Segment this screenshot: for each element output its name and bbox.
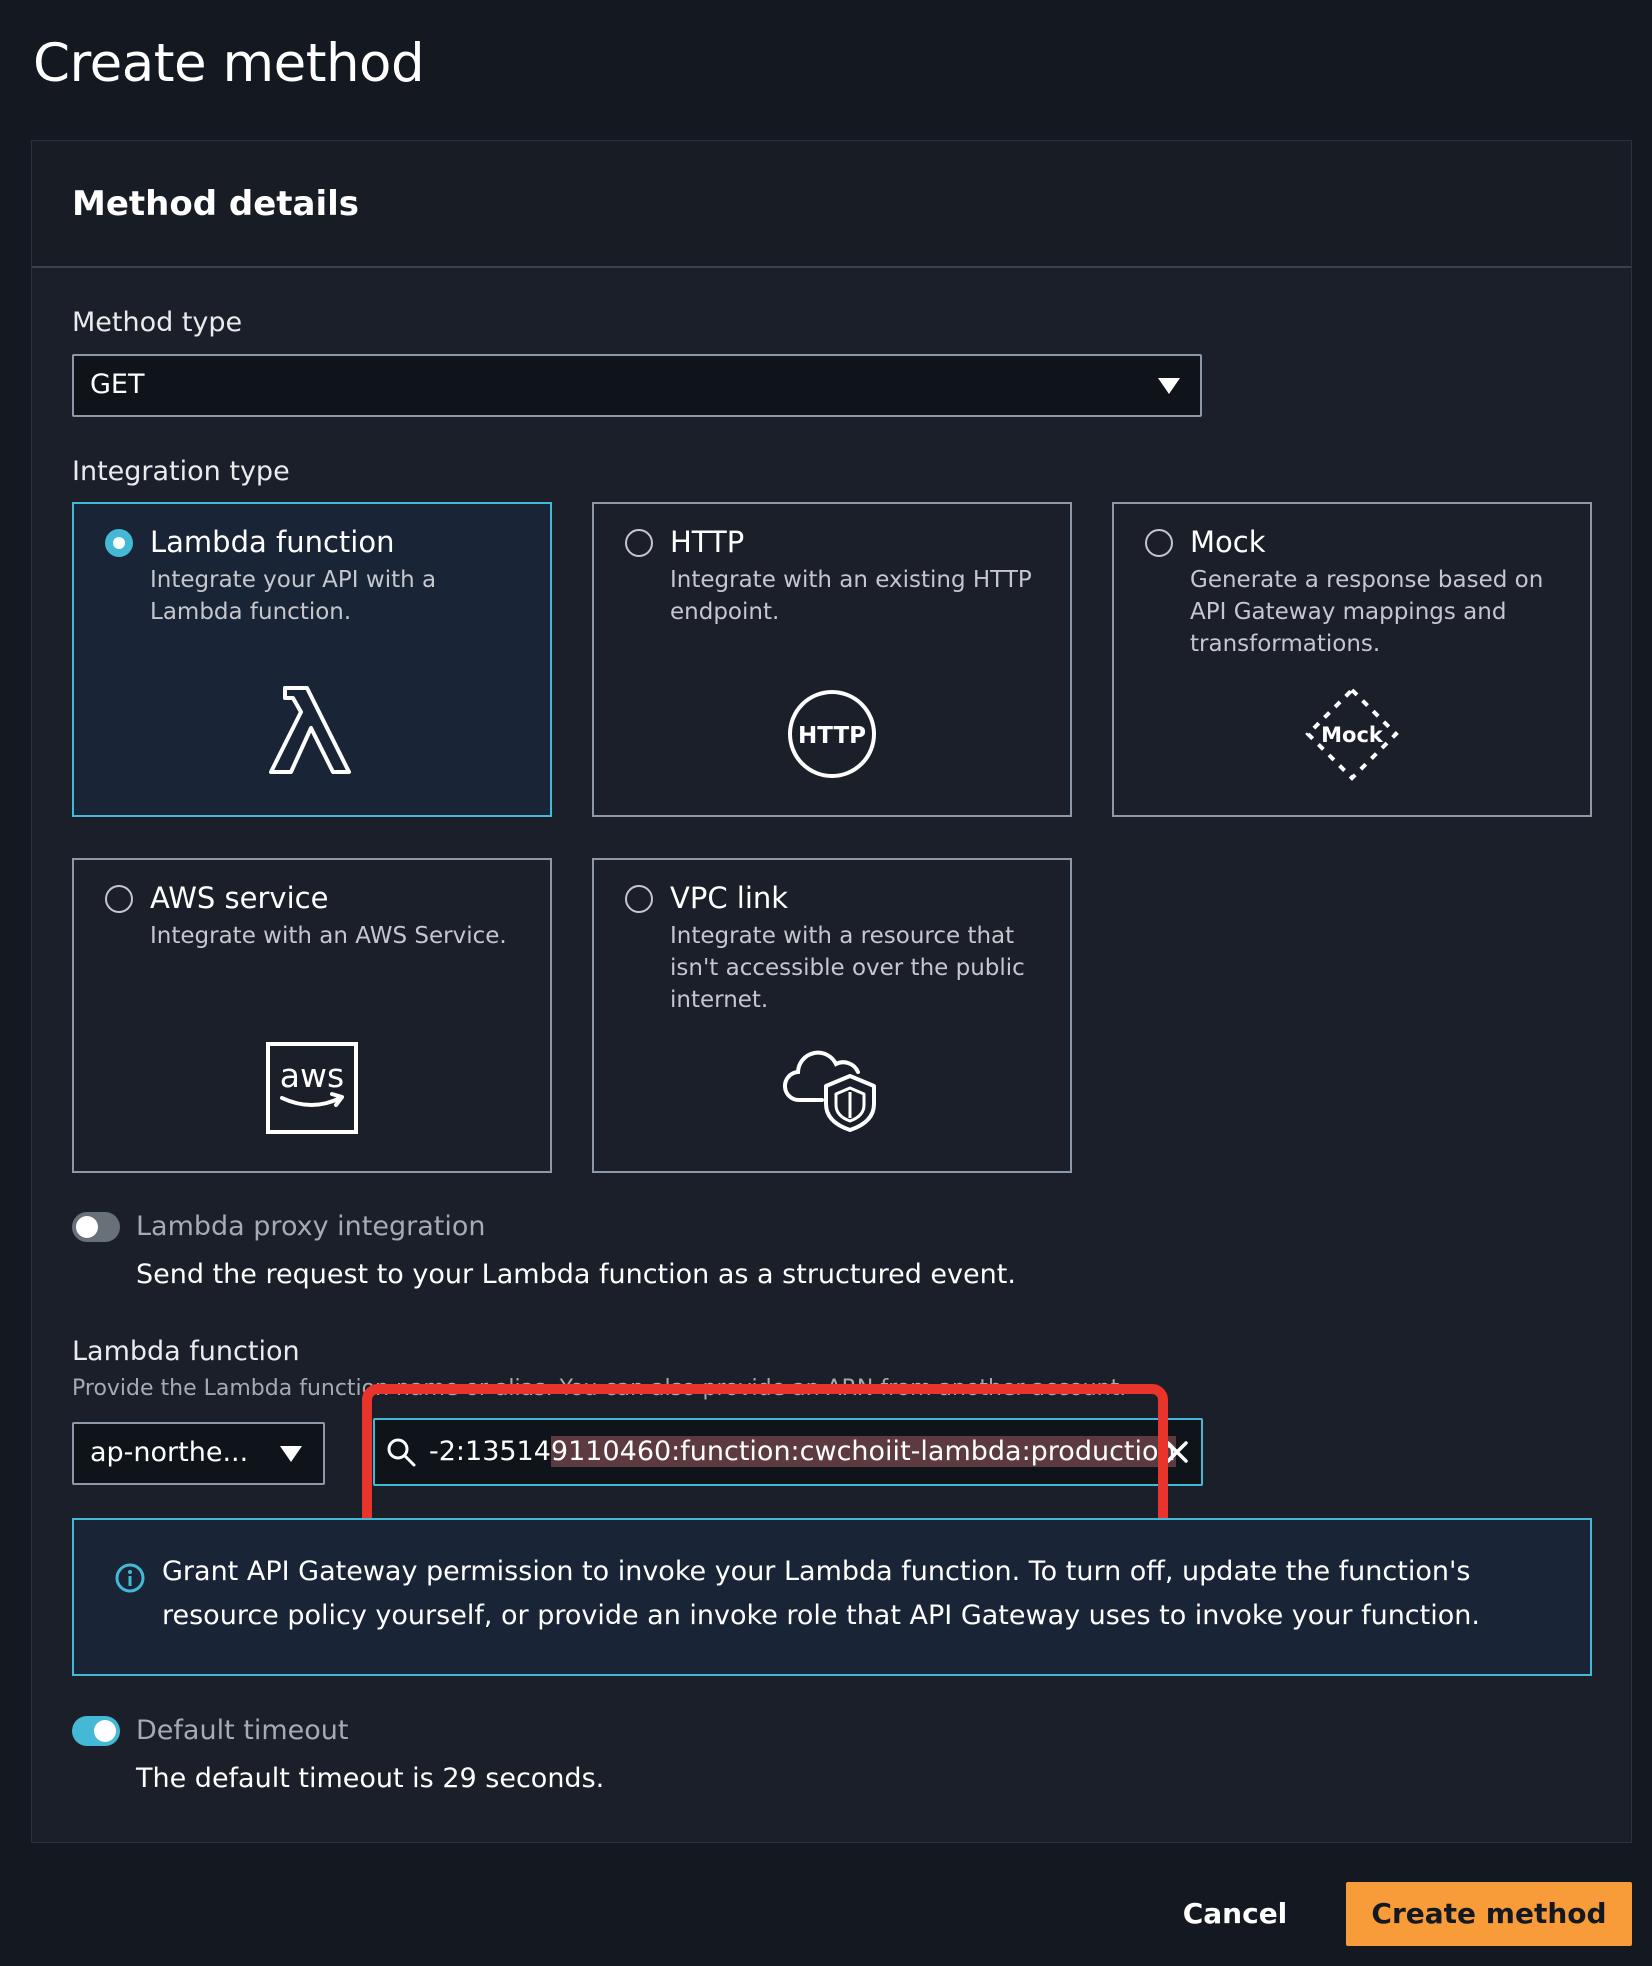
http-icon: HTTP	[788, 690, 876, 778]
default-timeout-description: The default timeout is 29 seconds.	[136, 1763, 605, 1794]
option-title: HTTP	[670, 525, 745, 559]
clear-icon[interactable]	[1163, 1438, 1191, 1466]
integration-option-lambda[interactable]: Lambda function Integrate your API with …	[72, 502, 552, 817]
lambda-function-hint: Provide the Lambda function name or alia…	[72, 1376, 1127, 1401]
radio-lambda[interactable]	[105, 529, 133, 557]
integration-type-label: Integration type	[72, 456, 290, 487]
cloud-shield-icon	[782, 1050, 876, 1132]
lambda-function-input[interactable]: -2:135149110460:function:cwchoiit-lambda…	[373, 1418, 1203, 1486]
caret-down-icon	[1158, 378, 1180, 394]
page-title: Create method	[33, 33, 425, 94]
option-title: Mock	[1190, 525, 1266, 559]
radio-aws-service[interactable]	[105, 885, 133, 913]
region-select[interactable]: ap-northe...	[72, 1422, 325, 1485]
toggle-knob	[76, 1216, 98, 1238]
option-title: Lambda function	[150, 525, 395, 559]
method-type-value: GET	[90, 369, 145, 400]
default-timeout-toggle[interactable]	[72, 1716, 120, 1746]
mock-icon: Mock	[1305, 687, 1399, 781]
panel-title: Method details	[72, 184, 360, 224]
info-icon	[115, 1563, 145, 1593]
lambda-icon	[269, 686, 351, 774]
cancel-button[interactable]: Cancel	[1168, 1882, 1302, 1946]
permission-info-box: Grant API Gateway permission to invoke y…	[72, 1518, 1592, 1676]
toggle-knob	[94, 1720, 116, 1742]
radio-http[interactable]	[625, 529, 653, 557]
option-description: Integrate with an AWS Service.	[150, 923, 507, 949]
panel-header: Method details	[32, 141, 1631, 268]
lambda-proxy-toggle[interactable]	[72, 1212, 120, 1242]
radio-vpc-link[interactable]	[625, 885, 653, 913]
integration-option-http[interactable]: HTTP Integrate with an existing HTTP end…	[592, 502, 1072, 817]
option-description: Integrate your API with a Lambda functio…	[150, 567, 437, 625]
aws-icon: aws	[266, 1042, 358, 1134]
http-icon-text: HTTP	[798, 723, 866, 749]
option-title: VPC link	[670, 881, 789, 915]
aws-icon-text: aws	[280, 1056, 344, 1095]
search-icon	[387, 1438, 416, 1467]
default-timeout-label: Default timeout	[136, 1715, 349, 1746]
integration-option-mock[interactable]: Mock Generate a response based on API Ga…	[1112, 502, 1592, 817]
mock-icon-text: Mock	[1321, 723, 1384, 747]
integration-option-vpc-link[interactable]: VPC link Integrate with a resource that …	[592, 858, 1072, 1173]
radio-mock[interactable]	[1145, 529, 1173, 557]
lambda-proxy-label: Lambda proxy integration	[136, 1211, 486, 1242]
caret-down-icon	[280, 1446, 302, 1462]
lambda-function-label: Lambda function	[72, 1336, 300, 1367]
method-type-select[interactable]: GET	[72, 354, 1202, 417]
option-description: Generate a response based on API Gateway…	[1190, 567, 1544, 657]
lambda-proxy-description: Send the request to your Lambda function…	[136, 1259, 1016, 1290]
permission-info-text: Grant API Gateway permission to invoke y…	[162, 1556, 1480, 1631]
integration-option-aws-service[interactable]: AWS service Integrate with an AWS Servic…	[72, 858, 552, 1173]
option-description: Integrate with an existing HTTP endpoint…	[670, 567, 1032, 625]
region-value: ap-northe...	[90, 1437, 249, 1468]
lambda-arn-selected: 9110460:function:cwchoiit-lambda:product…	[550, 1436, 1176, 1467]
create-method-button[interactable]: Create method	[1346, 1882, 1632, 1946]
method-type-label: Method type	[72, 307, 243, 338]
option-description: Integrate with a resource that isn't acc…	[670, 923, 1025, 1013]
lambda-arn-prefix: -2:13514	[429, 1436, 551, 1467]
option-title: AWS service	[150, 881, 329, 915]
lambda-function-value: -2:135149110460:function:cwchoiit-lambda…	[429, 1420, 1176, 1484]
